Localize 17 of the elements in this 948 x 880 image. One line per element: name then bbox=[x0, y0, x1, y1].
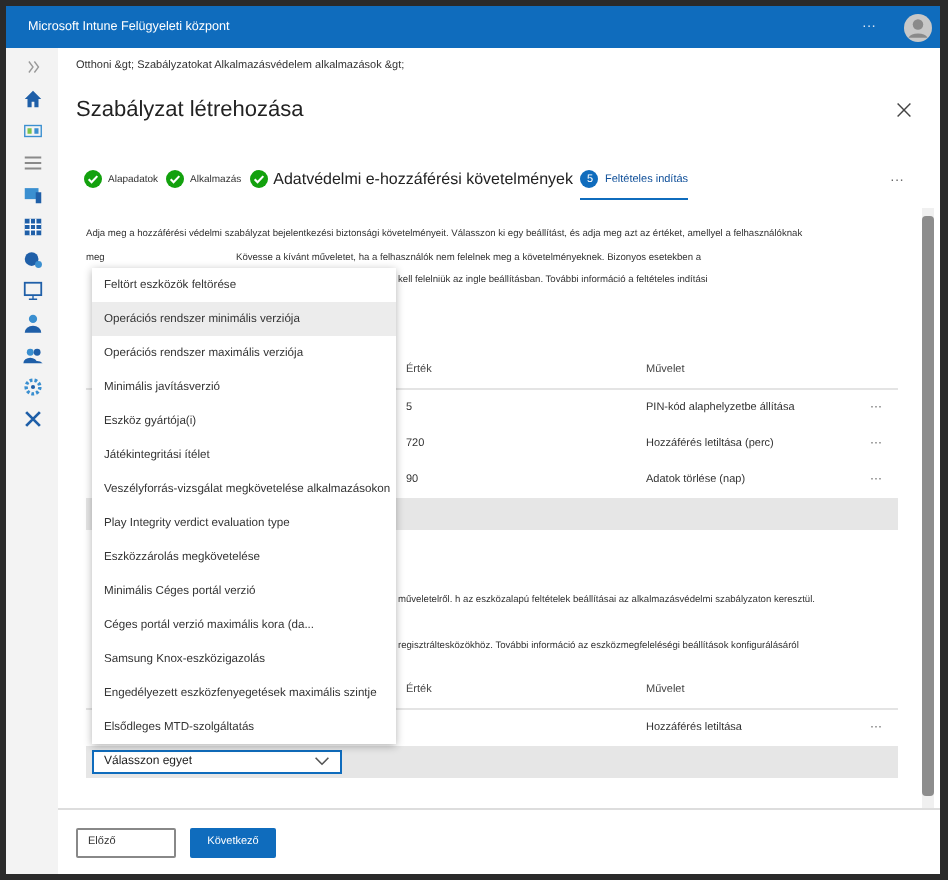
scrollbar[interactable] bbox=[922, 208, 934, 808]
wizard-step[interactable]: Adatvédelmi e-hozzáférési követelmények bbox=[249, 161, 573, 199]
check-icon bbox=[166, 170, 185, 188]
user-icon[interactable] bbox=[21, 312, 43, 334]
list-icon[interactable] bbox=[21, 152, 43, 174]
check-icon bbox=[84, 170, 102, 188]
dashboard-icon[interactable] bbox=[21, 120, 43, 142]
avatar-icon[interactable] bbox=[904, 13, 932, 41]
close-icon[interactable] bbox=[896, 102, 912, 118]
monitor-icon[interactable] bbox=[21, 280, 43, 302]
grid-icon[interactable] bbox=[21, 216, 43, 238]
users-icon[interactable] bbox=[21, 344, 43, 366]
home-icon[interactable] bbox=[21, 88, 43, 110]
check-icon bbox=[249, 170, 268, 188]
devices-icon[interactable] bbox=[21, 184, 43, 206]
chevron-down-icon bbox=[314, 756, 330, 766]
page-title: Szabályzat létrehozása bbox=[76, 98, 304, 122]
